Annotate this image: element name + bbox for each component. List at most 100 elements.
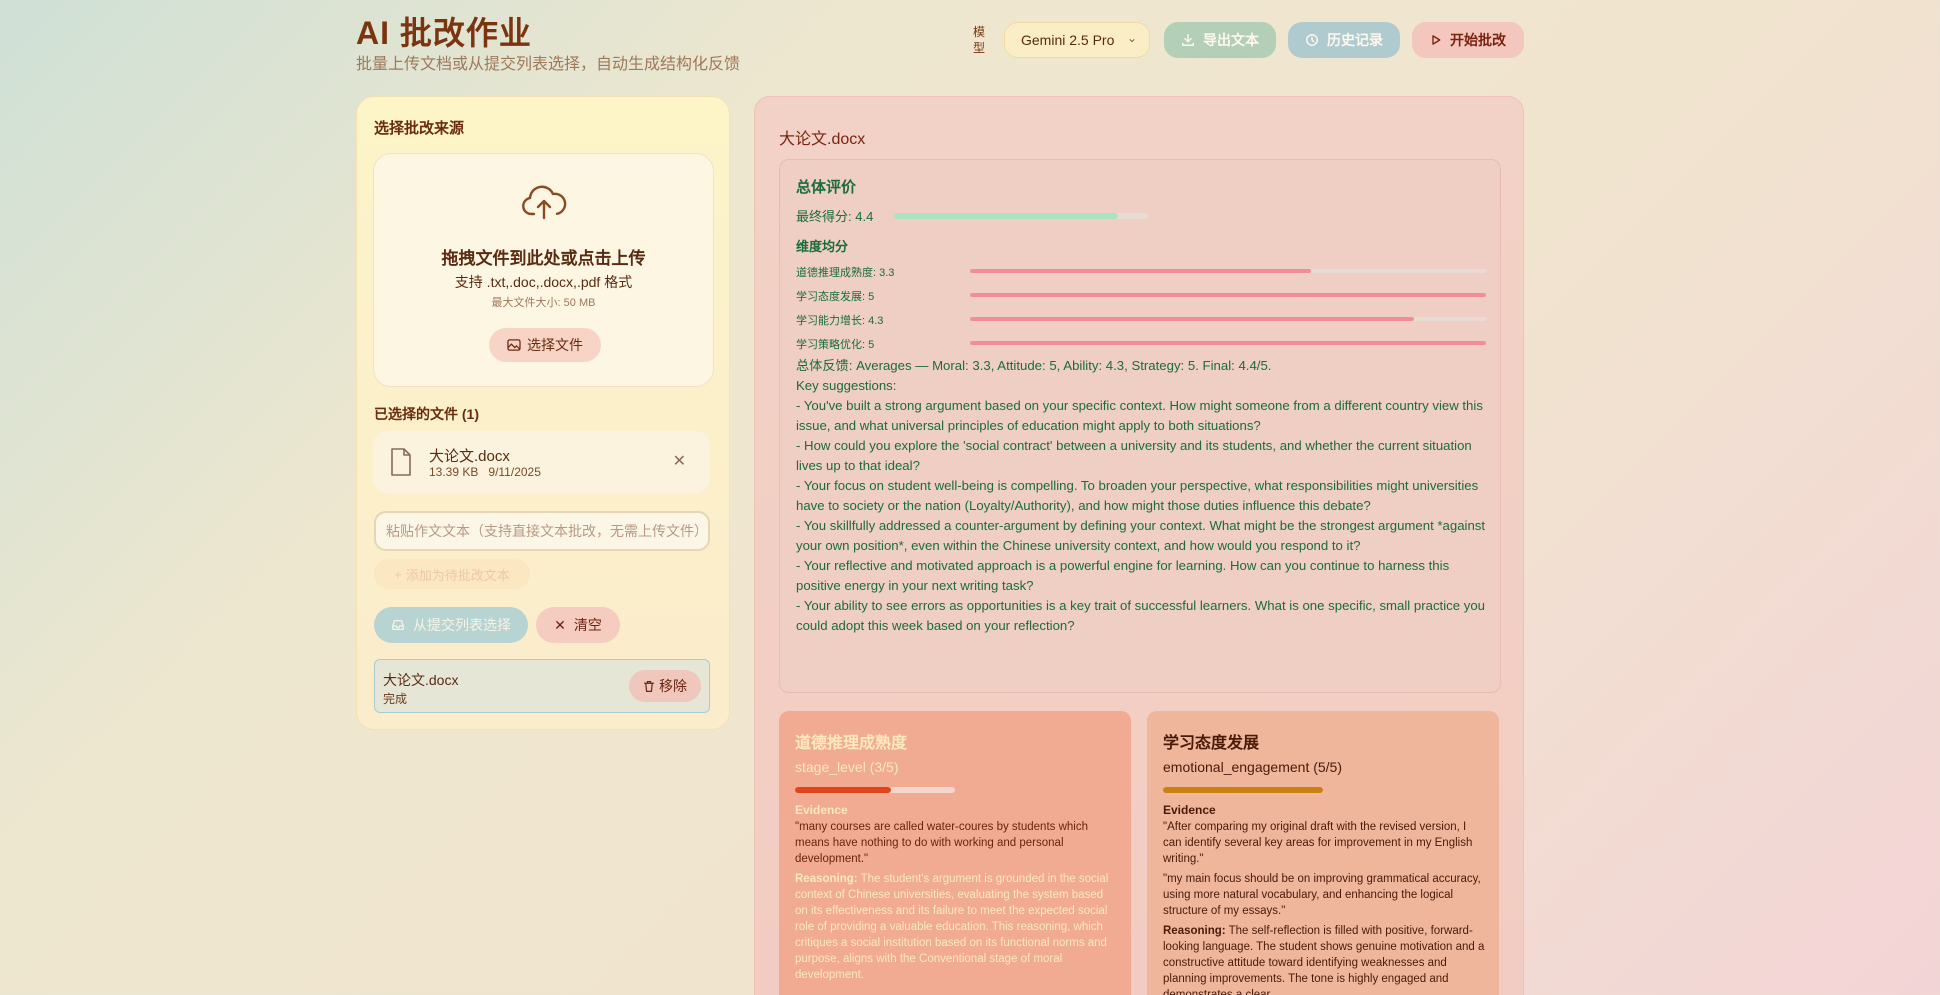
selected-file-date: 9/11/2025 bbox=[488, 465, 541, 479]
overall-feedback: 总体反馈: Averages — Moral: 3.3, Attitude: 5… bbox=[796, 356, 1492, 636]
page-title: AI 批改作业 bbox=[356, 15, 532, 51]
page-subtitle: 批量上传文档或从提交列表选择，自动生成结构化反馈 bbox=[356, 56, 741, 73]
dimension-card-metric: emotional_engagement (5/5) bbox=[1163, 759, 1343, 775]
reasoning: Reasoning: The student's argument is gro… bbox=[795, 871, 1119, 983]
dimension-card-title: 道德推理成熟度 bbox=[795, 735, 908, 752]
dimension-label: 学习策略优化: 5 bbox=[796, 339, 875, 351]
summary-card: 总体评价 最终得分: 4.4 维度均分 道德推理成熟度: 3.3 学习态度发展:… bbox=[779, 159, 1501, 693]
dimension-bar bbox=[970, 317, 1486, 321]
dimension-card-body: "After comparing my original draft with … bbox=[1163, 819, 1487, 995]
dimension-card-attitude: 学习态度发展 emotional_engagement (5/5) Eviden… bbox=[1147, 711, 1499, 995]
dimension-row: 学习策略优化: 5 bbox=[796, 336, 1486, 352]
feedback-line: - Your reflective and motivated approach… bbox=[796, 558, 1450, 593]
evidence-title: Evidence bbox=[795, 803, 848, 817]
chevron-down-icon: ⌄ bbox=[1126, 31, 1137, 45]
export-button[interactable]: 导出文本 bbox=[1164, 22, 1276, 58]
dropzone-formats: 支持 .txt,.doc,.docx,.pdf 格式 bbox=[454, 274, 633, 290]
dimensions-title: 维度均分 bbox=[796, 239, 849, 254]
image-icon bbox=[507, 339, 521, 351]
dimension-card-bar-fill bbox=[795, 787, 891, 793]
feedback-line: 总体反馈: Averages — Moral: 3.3, Attitude: 5… bbox=[796, 358, 1272, 373]
model-label: 模型 bbox=[972, 25, 985, 55]
x-icon: ✕ bbox=[554, 616, 566, 633]
feedback-line: - Your focus on student well-being is co… bbox=[796, 478, 1479, 513]
add-text-label: 添加为待批改文本 bbox=[405, 567, 510, 583]
history-button-label: 历史记录 bbox=[1327, 32, 1383, 48]
dimension-card-bar bbox=[1163, 787, 1323, 793]
reasoning-label: Reasoning: bbox=[795, 873, 858, 885]
reasoning-label: Reasoning: bbox=[1163, 925, 1226, 937]
feedback-line: - Your ability to see errors as opportun… bbox=[796, 598, 1485, 633]
evidence-quote: "After comparing my original draft with … bbox=[1163, 821, 1473, 865]
download-icon bbox=[1182, 34, 1194, 46]
plus-icon: + bbox=[394, 566, 402, 582]
dropzone-max-size: 最大文件大小: 50 MB bbox=[491, 297, 596, 309]
close-icon[interactable]: ✕ bbox=[673, 451, 686, 471]
dimension-row: 学习能力增长: 4.3 bbox=[796, 312, 1486, 328]
model-select[interactable]: Gemini 2.5 Pro ⌄ bbox=[1004, 22, 1150, 58]
selected-file-meta: 13.39 KB 9/11/2025 bbox=[429, 465, 541, 479]
selected-file-size: 13.39 KB bbox=[429, 465, 479, 479]
source-panel-title: 选择批改来源 bbox=[374, 120, 465, 137]
select-from-submissions-button[interactable]: 从提交列表选择 bbox=[374, 607, 528, 643]
essay-text-input[interactable] bbox=[374, 511, 710, 551]
choose-file-label: 选择文件 bbox=[527, 337, 583, 353]
evidence-quote: "many courses are called water-coures by… bbox=[795, 821, 1088, 865]
feedback-line: - You've built a strong argument based o… bbox=[796, 398, 1483, 433]
dimension-bar bbox=[970, 269, 1486, 273]
app-root: AI 批改作业 批量上传文档或从提交列表选择，自动生成结构化反馈 模型 Gemi… bbox=[356, 0, 1524, 995]
feedback-line: - How could you explore the 'social cont… bbox=[796, 438, 1472, 473]
selected-file-name: 大论文.docx bbox=[429, 448, 510, 465]
final-score-label: 最终得分: 4.4 bbox=[796, 209, 874, 224]
result-panel: 大论文.docx 总体评价 最终得分: 4.4 维度均分 道德推理成熟度: 3.… bbox=[754, 96, 1524, 995]
dimension-row: 道德推理成熟度: 3.3 bbox=[796, 264, 1486, 280]
dropzone-title: 拖拽文件到此处或点击上传 bbox=[441, 249, 646, 268]
dimension-bar bbox=[970, 341, 1486, 345]
dimension-row: 学习态度发展: 5 bbox=[796, 288, 1486, 304]
remove-button[interactable]: 移除 bbox=[629, 670, 701, 702]
clear-button[interactable]: ✕ 清空 bbox=[536, 607, 620, 643]
reasoning: Reasoning: The self-reflection is filled… bbox=[1163, 923, 1487, 995]
dimension-label: 道德推理成熟度: 3.3 bbox=[796, 267, 895, 279]
add-text-button[interactable]: + 添加为待批改文本 bbox=[374, 559, 530, 589]
dimension-label: 学习能力增长: 4.3 bbox=[796, 315, 884, 327]
dimension-label: 学习态度发展: 5 bbox=[796, 291, 875, 303]
clear-label: 清空 bbox=[573, 617, 602, 633]
dimension-card-title: 学习态度发展 bbox=[1163, 735, 1260, 752]
source-panel: 选择批改来源 拖拽文件到此处或点击上传 支持 .txt,.doc,.docx,.… bbox=[356, 96, 730, 730]
inbox-icon bbox=[392, 619, 404, 631]
header: AI 批改作业 批量上传文档或从提交列表选择，自动生成结构化反馈 模型 Gemi… bbox=[356, 0, 1524, 90]
dimension-bar-fill bbox=[970, 269, 1311, 273]
result-file-title: 大论文.docx bbox=[779, 131, 866, 148]
dimension-card-moral: 道德推理成熟度 stage_level (3/5) Evidence "many… bbox=[779, 711, 1131, 995]
summary-title: 总体评价 bbox=[796, 179, 857, 196]
final-score-bar-fill bbox=[894, 213, 1118, 219]
file-icon bbox=[391, 448, 411, 476]
history-button[interactable]: 历史记录 bbox=[1288, 22, 1400, 58]
clock-icon bbox=[1306, 34, 1318, 46]
selected-files-title: 已选择的文件 (1) bbox=[374, 406, 479, 422]
dimension-card-body: "many courses are called water-coures by… bbox=[795, 819, 1119, 987]
cloud-upload-icon bbox=[522, 185, 567, 220]
play-icon bbox=[1432, 35, 1441, 45]
trash-icon bbox=[644, 680, 654, 692]
selected-file-card: 大论文.docx 13.39 KB 9/11/2025 ✕ bbox=[373, 431, 710, 493]
dimension-card-bar-fill bbox=[1163, 787, 1323, 793]
export-button-label: 导出文本 bbox=[1203, 32, 1259, 48]
upload-dropzone[interactable]: 拖拽文件到此处或点击上传 支持 .txt,.doc,.docx,.pdf 格式 … bbox=[373, 153, 714, 387]
dimension-card-metric: stage_level (3/5) bbox=[795, 759, 899, 775]
queue-item: 大论文.docx 完成 移除 bbox=[374, 659, 710, 713]
dimension-bar-fill bbox=[970, 341, 1486, 345]
queue-item-name: 大论文.docx bbox=[383, 672, 459, 688]
feedback-line: - You skillfully addressed a counter-arg… bbox=[796, 518, 1486, 553]
model-select-value: Gemini 2.5 Pro bbox=[1021, 32, 1115, 48]
final-score-bar bbox=[894, 213, 1148, 219]
evidence-quote: "my main focus should be on improving gr… bbox=[1163, 873, 1481, 917]
evidence-title: Evidence bbox=[1163, 803, 1216, 817]
remove-label: 移除 bbox=[659, 678, 687, 694]
start-grading-button[interactable]: 开始批改 bbox=[1412, 22, 1524, 58]
dimension-bar-fill bbox=[970, 317, 1414, 321]
choose-file-button[interactable]: 选择文件 bbox=[489, 328, 601, 362]
select-from-submissions-label: 从提交列表选择 bbox=[413, 617, 511, 633]
queue-item-status: 完成 bbox=[383, 692, 408, 706]
